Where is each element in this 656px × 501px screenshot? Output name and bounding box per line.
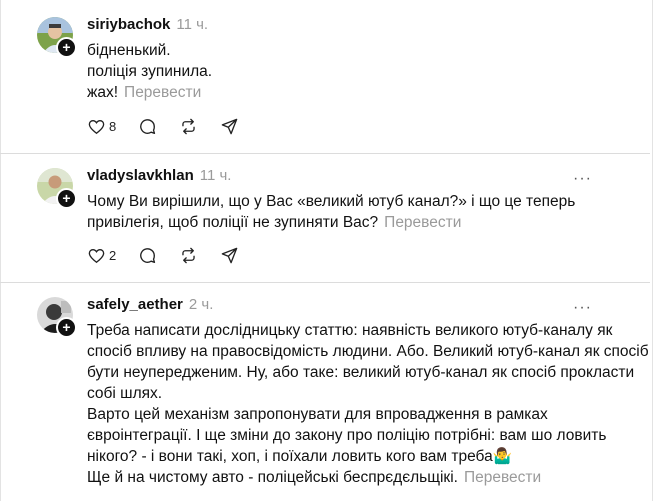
comment-bubble-icon: [140, 247, 156, 263]
heart-icon: [88, 248, 105, 263]
like-count: 2: [109, 247, 117, 263]
text-line: Варто цей механізм запропонувати для впр…: [87, 406, 548, 423]
text-line: Треба написати дослідницьку статтю: наяв…: [87, 322, 613, 339]
text-line: жах!: [87, 84, 119, 101]
divider: [0, 282, 650, 283]
text-line: євроінтеграції. І ще зміни до закону про…: [87, 427, 607, 444]
text-line: нікого? - і вони такі, хоп, і поїхали ло…: [87, 448, 513, 465]
translate-link[interactable]: Перевести: [124, 84, 201, 101]
username[interactable]: siriybachok: [87, 16, 170, 33]
plus-follow-icon[interactable]: +: [56, 317, 77, 338]
post-text: Треба написати дослідницьку статтю: наяв…: [87, 320, 649, 488]
share-send-icon: [221, 247, 238, 263]
repost-icon: [182, 247, 195, 263]
text-line: собі шлях.: [87, 385, 163, 402]
repost-button[interactable]: [179, 246, 198, 265]
text-line: Ще й на чистому авто - поліцейські беспр…: [87, 469, 458, 486]
avatar-vladyslavkhlan[interactable]: +: [37, 168, 77, 209]
comment-bubble-icon: [140, 118, 156, 134]
post-time: 11 ч.: [199, 167, 232, 184]
like-button[interactable]: 8: [87, 117, 116, 136]
like-button[interactable]: 2: [87, 246, 116, 265]
avatar-siriybachok[interactable]: +: [37, 17, 77, 58]
comment-button[interactable]: [138, 117, 157, 136]
post-text: бідненький. поліція зупинила. жах! Переве…: [87, 40, 607, 103]
translate-link[interactable]: Перевести: [464, 469, 541, 486]
text-line: бідненький.: [87, 42, 171, 59]
more-options-icon[interactable]: ···: [573, 299, 592, 317]
post-time: 2 ч.: [188, 296, 214, 313]
comment-button[interactable]: [138, 246, 157, 265]
share-button[interactable]: [220, 246, 239, 265]
plus-follow-icon[interactable]: +: [56, 37, 77, 58]
thread-replies: + siriybachok 11 ч. бідненький. поліція з…: [0, 0, 656, 501]
post-actions: 2: [87, 244, 261, 266]
share-button[interactable]: [220, 117, 239, 136]
text-line: поліція зупинила.: [87, 63, 213, 80]
heart-icon: [88, 119, 105, 134]
post-text: Чому Ви вирішили, що у Вас «великий ютуб…: [87, 191, 607, 233]
text-line: спосіб впливу на правосвідомість людини.…: [87, 343, 649, 360]
like-count: 8: [109, 118, 117, 134]
repost-icon: [182, 118, 195, 134]
post-actions: 8: [87, 115, 261, 137]
right-border: [652, 0, 653, 501]
username[interactable]: safely_aether: [87, 296, 183, 313]
avatar-safely-aether[interactable]: +: [37, 297, 77, 338]
more-options-icon[interactable]: ···: [573, 170, 592, 188]
plus-follow-icon[interactable]: +: [56, 188, 77, 209]
translate-link[interactable]: Перевести: [384, 214, 461, 231]
text-line: Чому Ви вирішили, що у Вас «великий ютуб…: [87, 193, 576, 210]
repost-button[interactable]: [179, 117, 198, 136]
text-line: бути неупередженим. Ну, або таке: велики…: [87, 364, 635, 381]
left-border: [0, 0, 1, 501]
post-time: 11 ч.: [176, 16, 209, 33]
text-line: привілегія, щоб поліції не зупиняти Вас?: [87, 214, 379, 231]
divider: [0, 153, 650, 154]
username[interactable]: vladyslavkhlan: [87, 167, 194, 184]
share-send-icon: [221, 118, 238, 134]
